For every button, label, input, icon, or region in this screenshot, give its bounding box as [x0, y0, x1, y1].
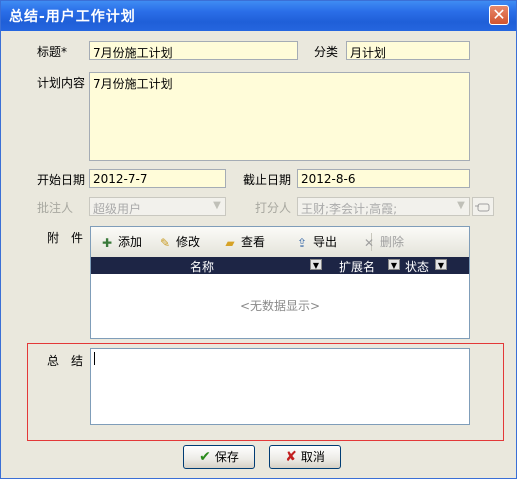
- filter-dropdown-icon[interactable]: ▼: [310, 259, 322, 270]
- delete-x-icon: ✕: [363, 235, 375, 250]
- chevron-down-icon: ▼: [213, 200, 221, 211]
- approver-value: 超级用户: [93, 202, 142, 216]
- end-date-input[interactable]: 2012-8-6: [297, 169, 470, 188]
- export-button[interactable]: ⇪ 导出: [294, 233, 337, 251]
- column-extension[interactable]: 扩展名: [339, 258, 375, 275]
- dialog-window: 总结-用户工作计划 ✕ 标题* 7月份施工计划 分类 月计划 计划内容 7月份施…: [0, 0, 517, 479]
- attachment-toolbar: ✚ 添加 ✎ 修改 ▰ 查看 ⇪ 导出 ✕ 删除: [91, 227, 469, 258]
- summary-label: 总 结: [47, 354, 84, 368]
- start-date-label: 开始日期: [37, 173, 86, 187]
- scorer-select: 王财;李会计;高霞;: [297, 197, 470, 216]
- pick-user-button: [472, 197, 494, 216]
- scorer-value: 王财;李会计;高霞;: [301, 202, 398, 216]
- export-icon: ⇪: [296, 235, 308, 250]
- wand-icon: ✎: [159, 235, 171, 250]
- save-label: 保存: [214, 450, 239, 464]
- cancel-button[interactable]: ✘ 取消: [269, 445, 341, 469]
- category-label: 分类: [314, 45, 339, 59]
- cross-icon: ✘: [285, 449, 297, 465]
- category-input[interactable]: 月计划: [346, 41, 470, 60]
- cancel-label: 取消: [300, 450, 325, 464]
- column-name[interactable]: 名称: [190, 258, 214, 275]
- attachment-grid: ✚ 添加 ✎ 修改 ▰ 查看 ⇪ 导出 ✕ 删除 名称 ▼ 扩展名 ▼ 状态 ▼ <无数据…: [90, 226, 470, 339]
- checkmark-icon: ✔: [199, 449, 211, 465]
- content-label: 计划内容: [37, 76, 86, 90]
- scorer-label: 打分人: [255, 201, 292, 215]
- empty-message: <无数据显示>: [239, 299, 321, 313]
- start-date-input[interactable]: 2012-7-7: [89, 169, 226, 188]
- filter-dropdown-icon[interactable]: ▼: [388, 259, 400, 270]
- hand-pointer-icon: [475, 203, 490, 212]
- text-caret: [94, 352, 95, 365]
- edit-button[interactable]: ✎ 修改: [157, 233, 200, 251]
- content-textarea[interactable]: 7月份施工计划: [89, 72, 470, 161]
- column-status[interactable]: 状态: [405, 258, 429, 275]
- close-button[interactable]: ✕: [489, 5, 509, 25]
- chevron-down-icon: ▼: [457, 200, 465, 211]
- attachment-label: 附 件: [47, 231, 84, 245]
- export-label: 导出: [313, 235, 338, 249]
- window-title: 总结-用户工作计划: [9, 9, 136, 25]
- save-button[interactable]: ✔ 保存: [183, 445, 255, 469]
- filter-dropdown-icon[interactable]: ▼: [435, 259, 447, 270]
- title-label: 标题*: [37, 45, 68, 59]
- title-bar[interactable]: 总结-用户工作计划 ✕: [1, 1, 516, 31]
- add-button[interactable]: ✚ 添加: [99, 233, 142, 251]
- end-date-label: 截止日期: [243, 173, 292, 187]
- view-button[interactable]: ▰ 查看: [222, 233, 265, 251]
- add-label: 添加: [118, 235, 143, 249]
- view-label: 查看: [241, 235, 266, 249]
- edit-label: 修改: [176, 235, 201, 249]
- grid-header: 名称 ▼ 扩展名 ▼ 状态 ▼: [91, 257, 469, 274]
- approver-select: 超级用户: [89, 197, 226, 216]
- delete-button: ✕ 删除: [361, 233, 404, 251]
- approver-label: 批注人: [37, 201, 74, 215]
- delete-label: 删除: [380, 235, 405, 249]
- folder-open-icon: ▰: [225, 235, 235, 250]
- summary-textarea[interactable]: [90, 348, 470, 425]
- title-input[interactable]: 7月份施工计划: [89, 41, 298, 60]
- add-file-icon: ✚: [101, 235, 113, 250]
